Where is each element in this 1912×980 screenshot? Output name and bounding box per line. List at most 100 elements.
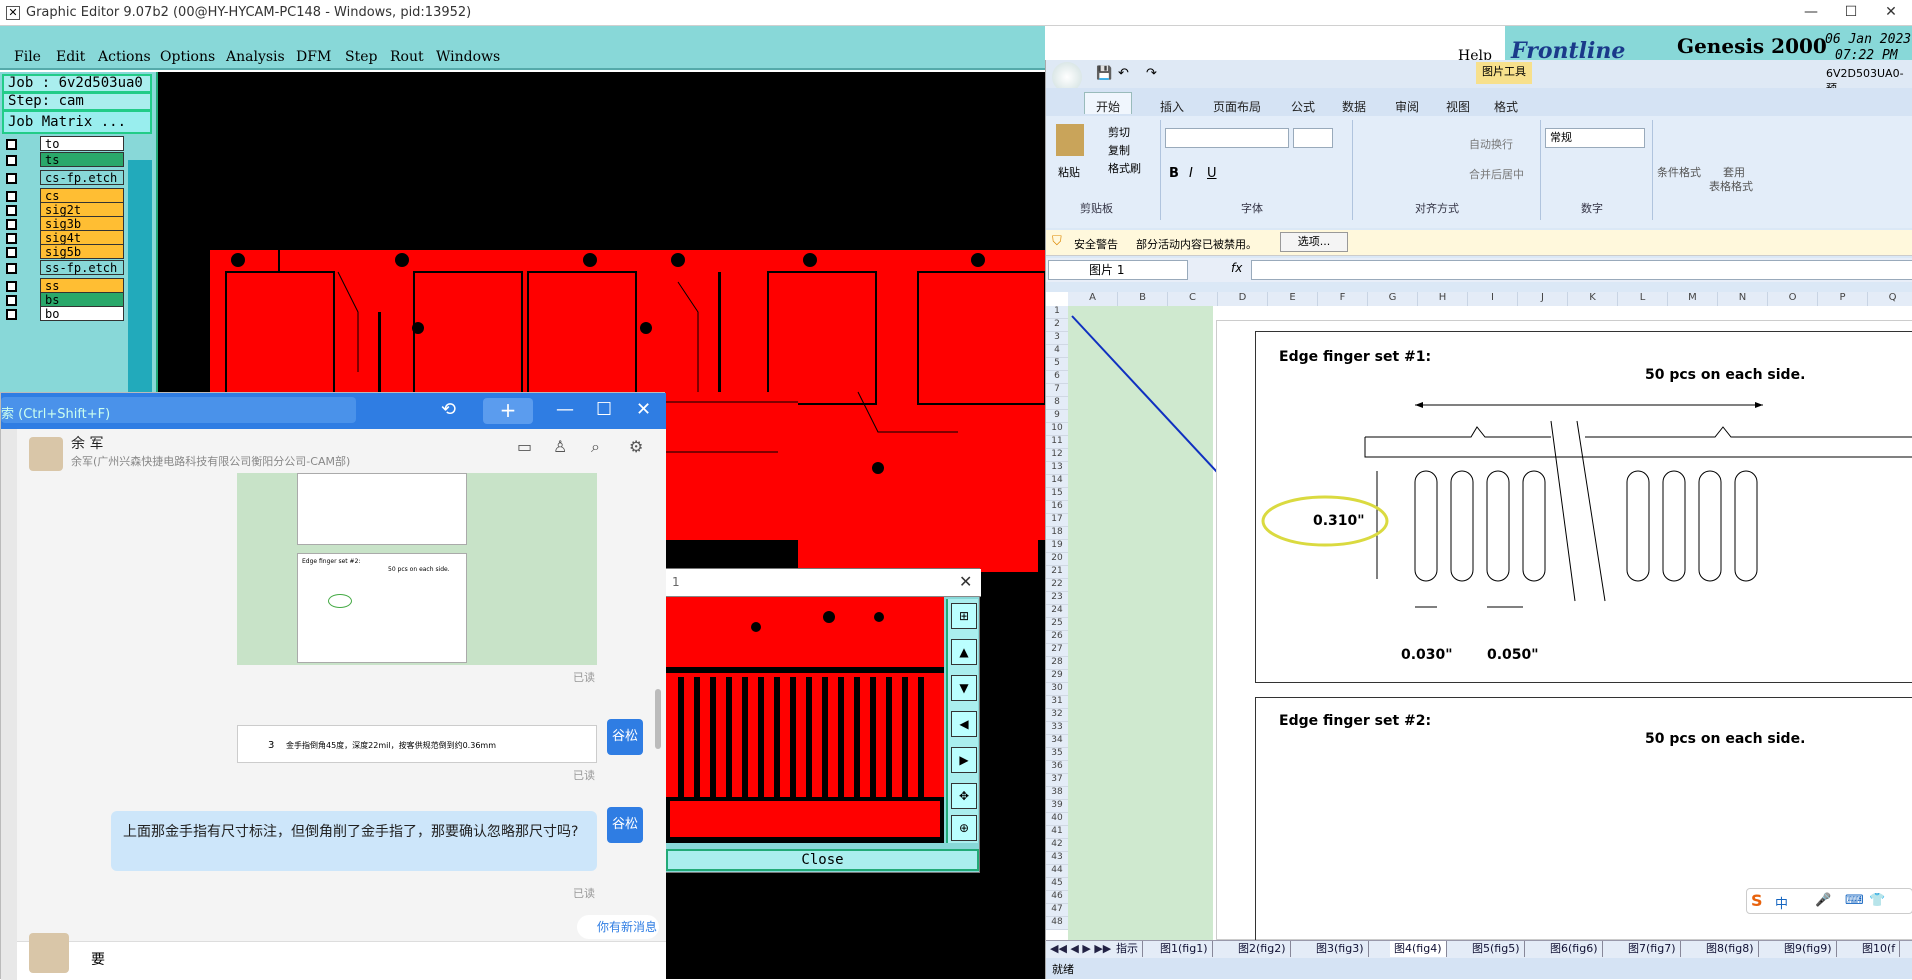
tool-fit-icon[interactable]: ✥ — [951, 783, 977, 809]
layer-checkbox[interactable] — [6, 281, 17, 292]
merge-center-button[interactable]: 合并后居中 — [1469, 166, 1524, 182]
save-icon[interactable]: 💾 — [1096, 66, 1112, 81]
tab-data[interactable]: 数据 — [1342, 98, 1366, 115]
tool-right-icon[interactable]: ▶ — [951, 747, 977, 773]
cut-button[interactable]: 剪切 — [1108, 124, 1130, 140]
maximize-icon[interactable]: ☐ — [1836, 4, 1866, 20]
add-member-icon[interactable]: ♙ — [553, 437, 567, 456]
format-table-label[interactable]: 表格格式 — [1709, 178, 1753, 194]
layer-checkbox[interactable] — [6, 309, 17, 320]
menu-file[interactable]: File — [14, 49, 41, 65]
layer-checkbox[interactable] — [6, 139, 17, 150]
tab-insert[interactable]: 插入 — [1160, 98, 1184, 115]
sheet-nav-icon[interactable]: ◀◀ ◀ ▶ ▶▶ — [1050, 942, 1111, 955]
layer-checkbox[interactable] — [6, 155, 17, 166]
image-message[interactable]: Edge finger set #2: 50 pcs on each side. — [237, 473, 597, 665]
tool-down-icon[interactable]: ▼ — [951, 675, 977, 701]
add-button[interactable]: + — [483, 398, 533, 424]
new-message-pill[interactable]: 你有新消息 — [577, 915, 659, 939]
layer-checkbox[interactable] — [6, 233, 17, 244]
tool-center-icon[interactable]: ⊕ — [951, 815, 977, 841]
minimize-icon[interactable]: — — [556, 399, 574, 420]
layer-row[interactable]: to — [2, 136, 126, 152]
conditional-format-button[interactable]: 条件格式 — [1657, 164, 1701, 180]
skin-icon[interactable]: 👕 — [1869, 893, 1885, 908]
menu-analysis[interactable]: Analysis — [226, 49, 285, 65]
formula-input[interactable] — [1251, 260, 1912, 280]
sheet-tab[interactable]: 图5(fig5) — [1468, 941, 1525, 957]
layer-row[interactable]: bo — [2, 306, 126, 322]
sheet-tab[interactable]: 图6(fig6) — [1546, 941, 1603, 957]
settings-icon[interactable]: ⚙ — [629, 437, 643, 456]
layer-checkbox[interactable] — [6, 247, 17, 258]
menu-edit[interactable]: Edit — [56, 49, 85, 65]
tool-left-icon[interactable]: ◀ — [951, 711, 977, 737]
tool-zoom-icon[interactable]: ⊞ — [951, 603, 977, 629]
options-button[interactable]: 选项... — [1280, 232, 1348, 252]
minimize-icon[interactable]: — — [1796, 4, 1826, 20]
zoom-view[interactable] — [666, 597, 944, 843]
sheet-tab[interactable]: 图3(fig3) — [1312, 941, 1369, 957]
layer-checkbox[interactable] — [6, 205, 17, 216]
menu-windows[interactable]: Windows — [436, 49, 500, 65]
folder-icon[interactable]: ▭ — [517, 437, 532, 456]
sheet-area[interactable]: ABCDEFGHIJKLMNOPQ 1 2 3 4 5 6 7 8 9 10 11 12 13 14 15 1… — [1046, 292, 1912, 940]
font-name-box[interactable] — [1165, 128, 1289, 148]
tool-up-icon[interactable]: ▲ — [951, 639, 977, 665]
close-icon[interactable]: ✕ — [1876, 4, 1906, 20]
menu-step[interactable]: Step — [345, 49, 377, 65]
sheet-tab[interactable]: 图9(fig9) — [1780, 941, 1837, 957]
fx-icon[interactable]: fx — [1231, 261, 1242, 275]
font-size-box[interactable] — [1293, 128, 1333, 148]
search-history-icon[interactable]: ⌕ — [591, 437, 600, 457]
layer-scrollbar[interactable] — [128, 160, 152, 392]
copy-button[interactable]: 复制 — [1108, 142, 1130, 158]
layer-row[interactable]: ts — [2, 152, 126, 168]
sheet-tab[interactable]: 图10(f — [1858, 941, 1901, 957]
tab-format[interactable]: 格式 — [1494, 98, 1518, 115]
left-scroll-strip[interactable] — [1, 429, 17, 980]
chat-scrollbar[interactable] — [655, 689, 661, 749]
ime-toolbar[interactable]: S 中 🎤 ⌨ 👕 — [1746, 888, 1912, 914]
undo-icon[interactable]: ↶ — [1118, 66, 1129, 81]
chat-input[interactable] — [17, 941, 666, 980]
table-message[interactable]: 3 金手指倒角45度，深度22mil，按客供规范倒到约0.36mm — [237, 725, 597, 763]
layer-row[interactable]: cs-fp.etch — [2, 170, 126, 186]
zoom-close-button[interactable]: Close — [666, 849, 979, 871]
layer-row[interactable]: ss-fp.etch — [2, 260, 126, 276]
sheet-tab[interactable]: 图7(fig7) — [1624, 941, 1681, 957]
sheet-tab[interactable]: 指示 — [1112, 941, 1143, 957]
menu-options[interactable]: Options — [160, 49, 215, 65]
keyboard-icon[interactable]: ⌨ — [1845, 893, 1864, 908]
tab-formulas[interactable]: 公式 — [1291, 98, 1315, 115]
mic-icon[interactable]: 🎤 — [1815, 893, 1831, 908]
number-format-box[interactable]: 常规 — [1545, 128, 1645, 148]
menu-actions[interactable]: Actions — [98, 49, 151, 65]
job-matrix-button[interactable]: Job Matrix ... — [2, 110, 152, 134]
ime-mode[interactable]: 中 — [1775, 893, 1788, 912]
paste-label[interactable]: 粘贴 — [1058, 164, 1080, 180]
layer-row[interactable]: sig5b — [2, 244, 126, 260]
sheet-tab[interactable]: 图1(fig1) — [1156, 941, 1213, 957]
italic-icon[interactable]: I — [1189, 166, 1193, 181]
layer-checkbox[interactable] — [6, 219, 17, 230]
sheet-tab[interactable]: 图4(fig4) — [1390, 941, 1447, 957]
menu-dfm[interactable]: DFM — [296, 49, 331, 65]
format-painter-button[interactable]: 格式刷 — [1108, 160, 1141, 176]
layer-checkbox[interactable] — [6, 263, 17, 274]
sheet-tab[interactable]: 图8(fig8) — [1702, 941, 1759, 957]
layer-checkbox[interactable] — [6, 295, 17, 306]
close-icon[interactable]: ✕ — [636, 399, 651, 420]
underline-icon[interactable]: U — [1207, 166, 1217, 181]
drawing-picture[interactable]: Edge finger set #1: 50 pcs on each side. — [1216, 320, 1912, 940]
tab-review[interactable]: 审阅 — [1395, 98, 1419, 115]
wrap-text-button[interactable]: 自动换行 — [1469, 136, 1513, 152]
maximize-icon[interactable]: ☐ — [596, 399, 612, 420]
sheet-tab[interactable]: 图2(fig2) — [1234, 941, 1291, 957]
tab-page-layout[interactable]: 页面布局 — [1213, 98, 1261, 115]
message-bubble[interactable]: 上面那金手指有尺寸标注，但倒角削了金手指了，那要确认忽略那尺寸吗? — [111, 811, 597, 871]
redo-icon[interactable]: ↷ — [1146, 66, 1157, 81]
layer-checkbox[interactable] — [6, 191, 17, 202]
tab-view[interactable]: 视图 — [1446, 98, 1470, 115]
name-box[interactable]: 图片 1 — [1048, 260, 1188, 280]
